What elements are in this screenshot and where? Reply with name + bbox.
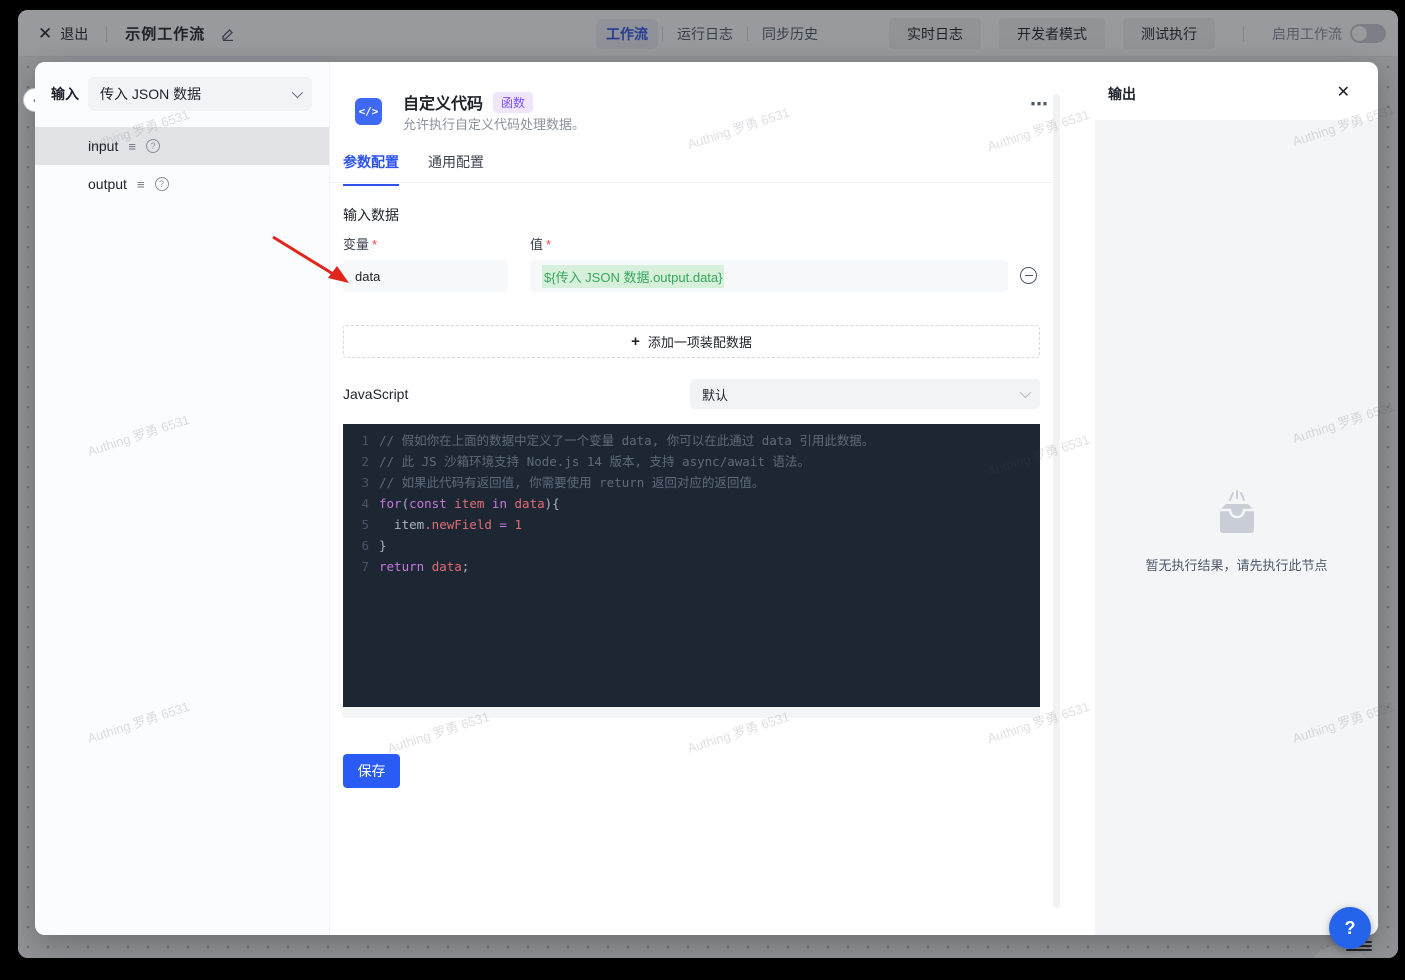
code-line: 2// 此 JS 沙箱环境支持 Node.js 14 版本, 支持 async/…	[343, 451, 1040, 472]
node-config-panel: </> 自定义代码 函数 允许执行自定义代码处理数据。 ⋯ 参数配置 通用配置 …	[330, 62, 1095, 935]
source-node-select[interactable]: 传入 JSON 数据	[88, 77, 312, 111]
output-panel-title: 输出	[1108, 84, 1136, 104]
variable-label: 变量*	[343, 234, 377, 253]
js-template-value: 默认	[702, 385, 728, 404]
remove-row-icon[interactable]	[1020, 267, 1037, 284]
help-circle-icon: ?	[146, 139, 160, 153]
variable-input[interactable]: data	[343, 260, 508, 292]
panel-scrollbar[interactable]	[1053, 94, 1060, 908]
javascript-label: JavaScript	[343, 386, 408, 402]
tab-general-config[interactable]: 通用配置	[428, 152, 484, 184]
tab-parameter-config[interactable]: 参数配置	[343, 152, 399, 186]
output-panel-header: 输出 ✕	[1095, 62, 1378, 120]
help-circle-icon: ?	[155, 177, 169, 191]
screen: ✕ 退出 示例工作流 工作流 运行日志 同步历史 实时日志 开发者模式 测试执行	[0, 0, 1405, 980]
value-token: ${传入 JSON 数据.output.data}	[542, 265, 724, 288]
code-editor[interactable]: 1// 假如你在上面的数据中定义了一个变量 data, 你可以在此通过 data…	[343, 424, 1040, 707]
code-line: 1// 假如你在上面的数据中定义了一个变量 data, 你可以在此通过 data…	[343, 430, 1040, 451]
editor-horizontal-scrollbar[interactable]	[343, 707, 1040, 718]
more-options-icon[interactable]: ⋯	[1030, 94, 1050, 115]
input-sidebar: 输入 传入 JSON 数据 input ≡ ? output ≡ ?	[35, 62, 330, 935]
code-node-icon: </>	[355, 98, 382, 125]
empty-inbox-icon	[1208, 490, 1266, 536]
drag-handle-icon[interactable]: ≡	[137, 177, 145, 192]
code-line: 3// 如果此代码有返回值, 你需要使用 return 返回对应的返回值。	[343, 472, 1040, 493]
node-config-modal: ‹ 输入 传入 JSON 数据 input ≡ ? output ≡ ? </>	[35, 62, 1378, 935]
empty-state-text: 暂无执行结果，请先执行此节点	[1095, 555, 1378, 574]
node-type-badge: 函数	[493, 92, 533, 113]
field-name: output	[88, 176, 127, 192]
field-name: input	[88, 138, 118, 154]
chevron-down-icon	[1020, 387, 1031, 398]
chevron-down-icon	[292, 87, 303, 98]
node-title: 自定义代码	[403, 90, 483, 114]
source-node-value: 传入 JSON 数据	[100, 84, 201, 104]
input-data-section-label: 输入数据	[343, 205, 399, 225]
required-mark: *	[546, 237, 551, 252]
node-description: 允许执行自定义代码处理数据。	[403, 114, 585, 133]
output-panel: 输出 ✕ 暂无执行结果，请先执行此节点	[1095, 62, 1378, 935]
add-data-row-button[interactable]: + 添加一项装配数据	[343, 325, 1040, 358]
sidebar-item-output[interactable]: output ≡ ?	[35, 165, 330, 203]
plus-icon: +	[631, 333, 640, 350]
code-line: 6}	[343, 535, 1040, 556]
sidebar-item-input[interactable]: input ≡ ?	[35, 127, 330, 165]
code-line: 5 item.newField = 1	[343, 514, 1040, 535]
close-output-icon[interactable]: ✕	[1337, 82, 1350, 102]
required-mark: *	[372, 237, 377, 252]
value-input[interactable]: ${传入 JSON 数据.output.data}	[530, 260, 1008, 292]
help-button[interactable]: ?	[1329, 907, 1371, 949]
input-panel-label: 输入	[51, 84, 79, 104]
code-line: 4for(const item in data){	[343, 493, 1040, 514]
js-template-select[interactable]: 默认	[690, 379, 1040, 409]
output-panel-body: 暂无执行结果，请先执行此节点	[1095, 120, 1378, 935]
value-label: 值*	[530, 234, 551, 253]
empty-state: 暂无执行结果，请先执行此节点	[1095, 490, 1378, 574]
code-line: 7return data;	[343, 556, 1040, 577]
config-tabs: 参数配置 通用配置	[330, 152, 1060, 183]
add-data-row-label: 添加一项装配数据	[648, 332, 752, 351]
save-button[interactable]: 保存	[343, 754, 400, 788]
drag-handle-icon[interactable]: ≡	[128, 139, 136, 154]
variable-value: data	[355, 269, 380, 284]
node-header: 自定义代码 函数	[403, 90, 533, 114]
